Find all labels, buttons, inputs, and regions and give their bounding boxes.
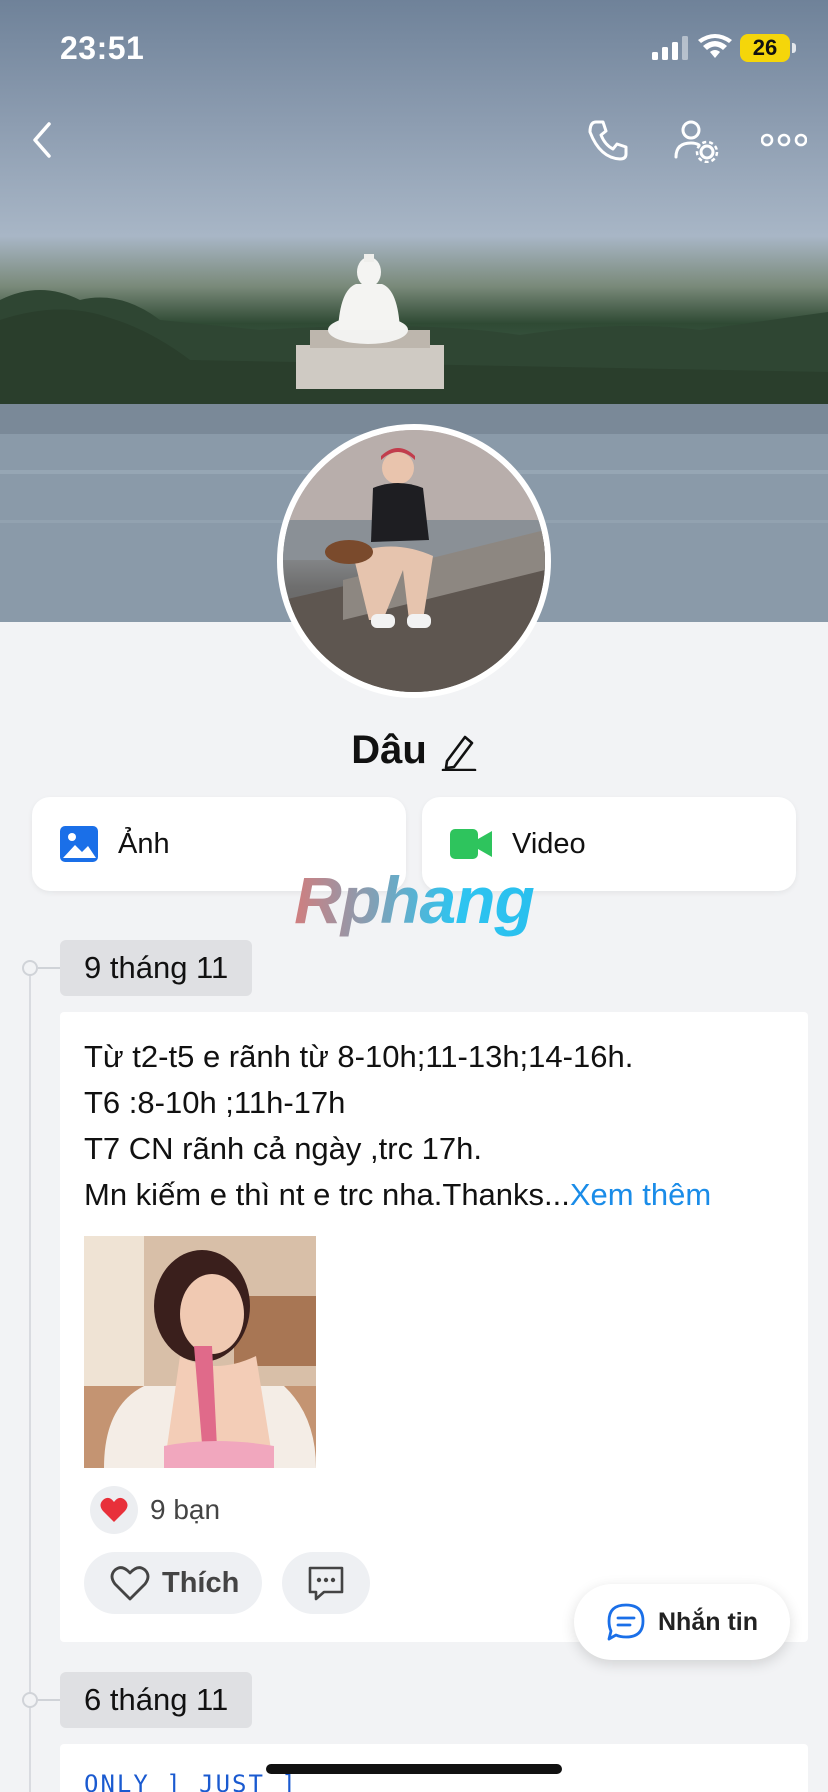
photos-label: Ảnh xyxy=(118,827,170,860)
reaction-count: 9 bạn xyxy=(150,1494,221,1525)
timeline-connector xyxy=(38,967,60,969)
battery-tip xyxy=(792,43,796,53)
profile-settings-button[interactable] xyxy=(668,112,724,168)
send-message-button[interactable]: Nhắn tin xyxy=(574,1584,790,1660)
heart-icon xyxy=(100,1497,128,1522)
more-options-button[interactable] xyxy=(756,112,812,168)
videos-label: Video xyxy=(512,827,586,860)
profile-name: Dâu xyxy=(351,728,427,772)
timeline-post: Từ t2-t5 e rãnh từ 8-10h;11-13h;14-16h. … xyxy=(60,1012,808,1642)
avatar-photo xyxy=(283,430,545,692)
post-text-line: T6 :8-10h ;11h-17h xyxy=(84,1085,346,1120)
image-icon xyxy=(60,826,98,862)
post-text-line-last: Mn kiếm e thì nt e trc nha.Thanks...Xem … xyxy=(84,1172,711,1218)
see-more-link[interactable]: Xem thêm xyxy=(570,1177,711,1212)
phone-icon xyxy=(588,120,628,161)
watermark-logo: Rphang xyxy=(0,862,828,938)
video-camera-icon xyxy=(450,829,492,859)
chat-bubble-icon xyxy=(607,1603,645,1641)
post-date-chip: 6 tháng 11 xyxy=(60,1672,253,1728)
edit-pencil-icon[interactable] xyxy=(441,731,477,771)
timeline-connector xyxy=(38,1699,60,1701)
post-text-line: T7 CN rãnh cả ngày ,trc 17h. xyxy=(84,1131,483,1166)
reaction-summary[interactable]: 9 bạn xyxy=(90,1486,220,1534)
like-button[interactable]: Thích xyxy=(84,1552,262,1614)
profile-name-row: Dâu xyxy=(0,728,828,773)
more-dots-icon xyxy=(761,133,807,147)
avatar[interactable] xyxy=(277,424,551,698)
user-settings-icon xyxy=(674,120,719,163)
chevron-left-icon xyxy=(33,122,51,158)
comment-icon xyxy=(308,1566,344,1601)
cellular-signal-icon xyxy=(652,36,688,60)
home-indicator[interactable] xyxy=(266,1764,562,1774)
status-bar: 23:51 26 xyxy=(0,0,828,100)
post-photo[interactable] xyxy=(84,1236,316,1468)
timeline-dot xyxy=(22,960,38,976)
post-text-line: Mn kiếm e thì nt e trc nha.Thanks... xyxy=(84,1177,570,1212)
heart-reaction-badge xyxy=(90,1486,138,1534)
post-preview-text: ONLY ] JUST ] xyxy=(84,1770,298,1792)
wifi-icon xyxy=(698,34,732,58)
send-message-label: Nhắn tin xyxy=(658,1607,758,1636)
status-time: 23:51 xyxy=(60,30,145,66)
call-button[interactable] xyxy=(580,112,636,168)
post-text[interactable]: Từ t2-t5 e rãnh từ 8-10h;11-13h;14-16h. … xyxy=(84,1034,711,1218)
timeline-line xyxy=(29,968,31,1792)
timeline-dot xyxy=(22,1692,38,1708)
post-date-chip: 9 tháng 11 xyxy=(60,940,253,996)
back-button[interactable] xyxy=(14,112,70,168)
like-label: Thích xyxy=(162,1566,240,1599)
post-text-line: Từ t2-t5 e rãnh từ 8-10h;11-13h;14-16h. xyxy=(84,1039,634,1074)
battery-indicator: 26 xyxy=(740,34,790,62)
comment-button[interactable] xyxy=(282,1552,370,1614)
heart-outline-icon xyxy=(110,1566,150,1601)
post-photo-image xyxy=(84,1236,316,1468)
